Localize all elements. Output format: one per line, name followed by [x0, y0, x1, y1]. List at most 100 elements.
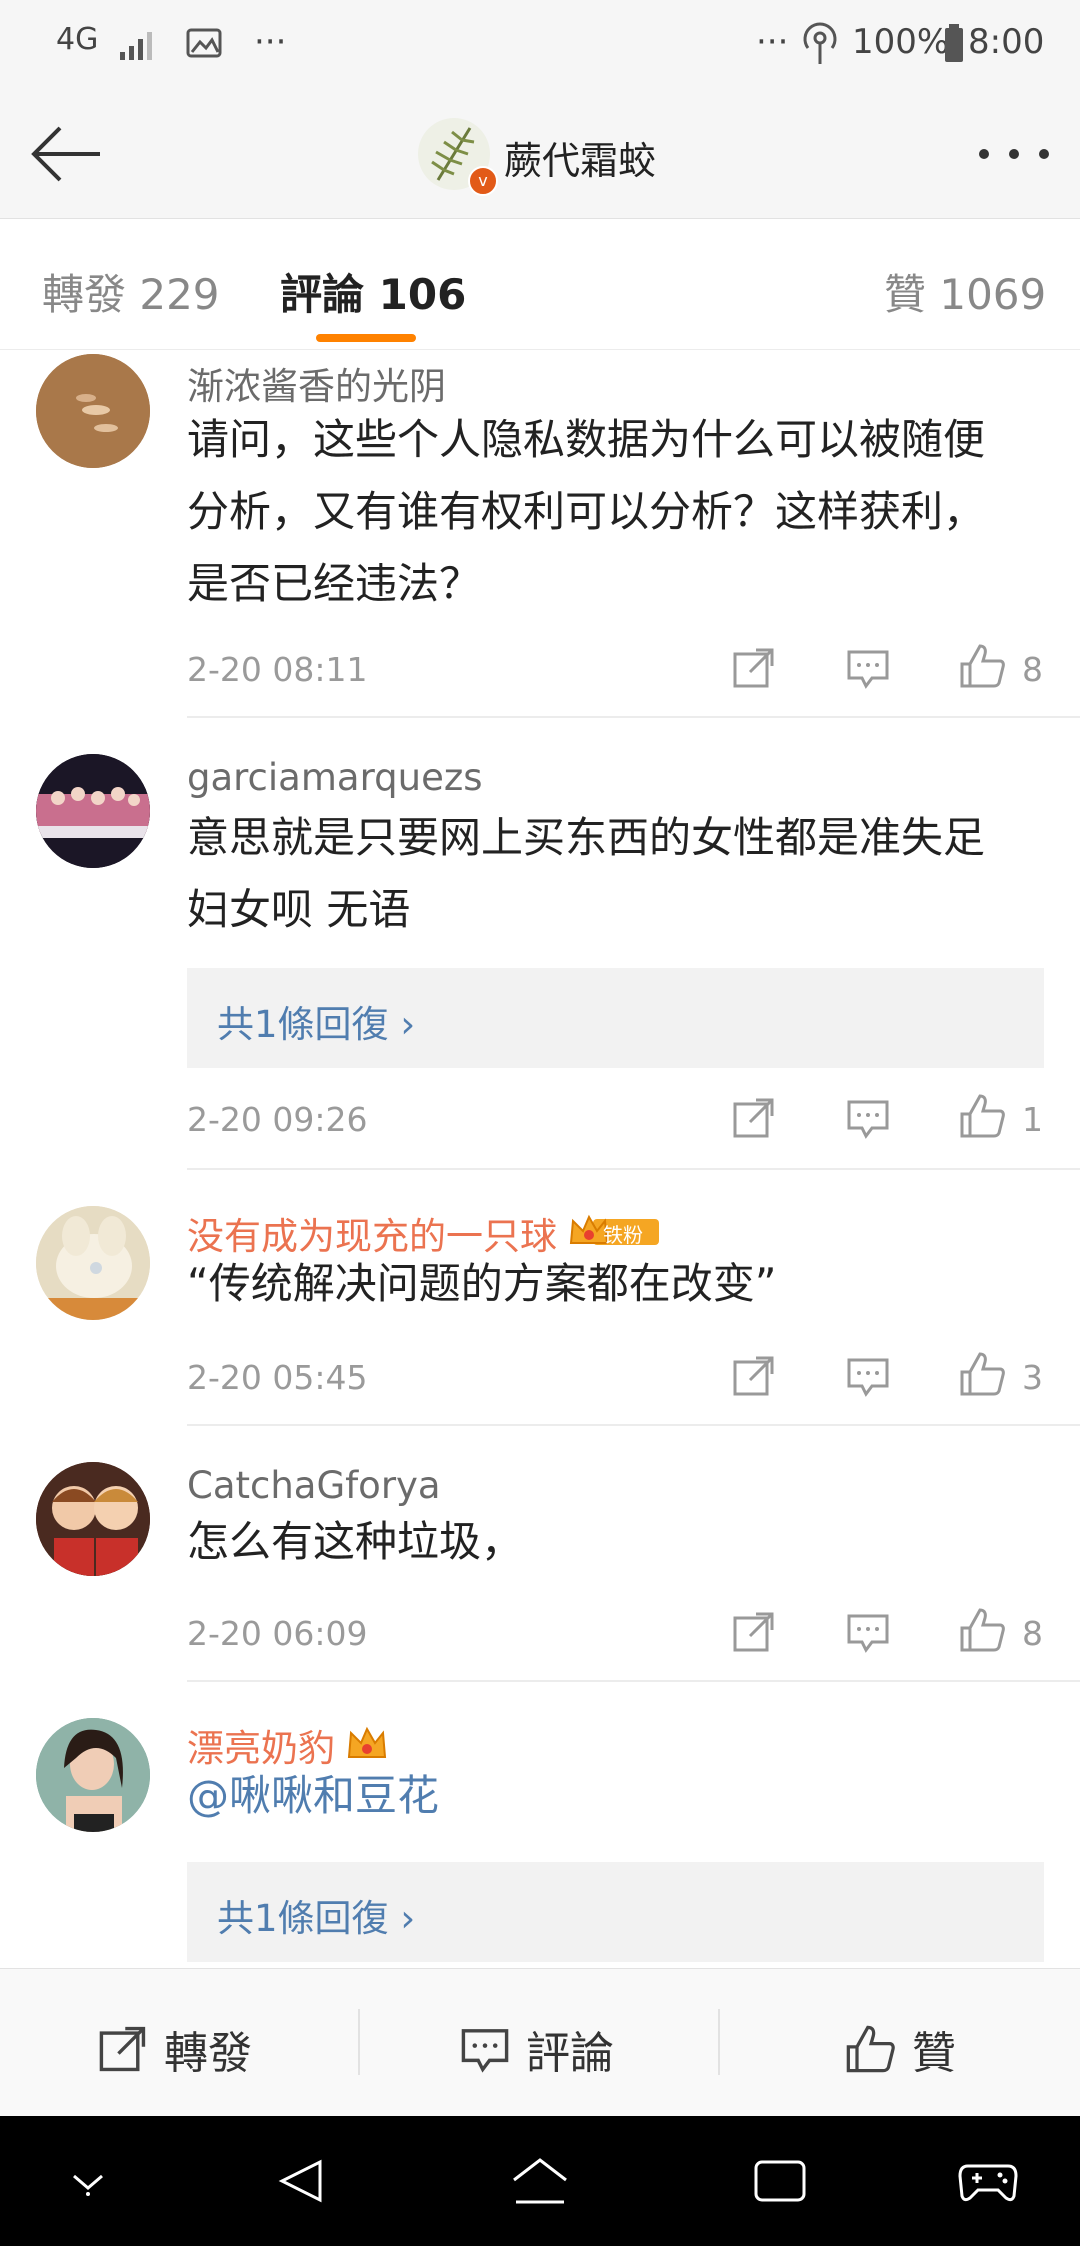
divider [187, 1424, 1080, 1426]
like-count: 8 [1022, 650, 1043, 689]
comment-line: 是否已经违法？ [187, 559, 482, 608]
recent-apps-icon[interactable] [752, 2158, 808, 2204]
page-title: 蕨代霜蛟 [504, 139, 657, 183]
clock: 8:00 [968, 22, 1045, 62]
verified-badge-icon: v [468, 166, 498, 196]
like-count: 1 [1022, 1100, 1043, 1139]
signal-icon [120, 32, 152, 60]
status-bar: 4G ··· ··· 100% 8:00 [0, 0, 1080, 90]
commenter-name[interactable]: CatchaGforya [187, 1464, 441, 1507]
comment-text: “传统解决问题的方案都在改变” [187, 1248, 1047, 1320]
comment-text: 意思就是只要网上买东西的女性都是准失足 妇女呗 无语 [187, 802, 1047, 946]
repost-icon[interactable] [732, 1354, 776, 1398]
commenter-avatar[interactable] [36, 1718, 150, 1832]
network-type: 4G [56, 22, 99, 57]
game-controller-icon[interactable] [958, 2160, 1018, 2204]
separator [358, 2009, 360, 2075]
system-nav-bar [0, 2116, 1080, 2246]
sand-feet-avatar-icon [36, 354, 150, 468]
like-count: 8 [1022, 1614, 1043, 1653]
reply-summary-box[interactable]: 共1條回復 › [187, 1862, 1044, 1962]
plush-toy-avatar-icon [36, 1206, 150, 1320]
comment-time: 2-20 08:11 [187, 650, 368, 689]
bottom-action-bar: 轉發 評論 贊 [0, 1968, 1080, 2117]
like-icon[interactable] [958, 642, 1006, 690]
comment-line: “传统解决问题的方案都在改变” [187, 1259, 777, 1308]
like-count: 3 [1022, 1358, 1043, 1397]
more-status-icon: ··· [756, 22, 789, 62]
comment-button[interactable]: 評論 [460, 2017, 614, 2081]
repost-icon [99, 2026, 146, 2072]
chevron-right-icon: › [400, 1003, 416, 1046]
active-tab-indicator [316, 334, 416, 342]
tab-comments[interactable]: 評論 106 [280, 261, 466, 322]
comment-item: 渐浓酱香的光阴 请问，这些个人隐私数据为什么可以被随便 分析，又有谁有权利可以分… [0, 350, 1080, 720]
tab-bar: 轉發 229 評論 106 贊 1069 [0, 219, 1080, 350]
separator [718, 2009, 720, 2075]
commenter-avatar[interactable] [36, 1206, 150, 1320]
comment-item: CatchaGforya 怎么有这种垃圾， 2-20 06:09 8 [0, 1462, 1080, 1684]
repost-button[interactable]: 轉發 [98, 2017, 252, 2081]
comment-line: 意思就是只要网上买东西的女性都是准失足 [187, 813, 986, 862]
mention-link[interactable]: @啾啾和豆花 [187, 1771, 439, 1820]
crown-icon [347, 1726, 387, 1758]
comment-icon[interactable] [846, 1096, 890, 1140]
tab-reposts[interactable]: 轉發 229 [42, 261, 220, 322]
comment-item: garciamarquezs 意思就是只要网上买东西的女性都是准失足 妇女呗 无… [0, 752, 1080, 1172]
comment-item: 漂亮奶豹 @啾啾和豆花 共1條回復 › [0, 1718, 1080, 1968]
back-arrow-icon[interactable] [28, 124, 104, 184]
commenter-name[interactable]: garciamarquezs [187, 756, 483, 799]
like-icon[interactable] [958, 1606, 1006, 1654]
comment-text: 怎么有这种垃圾， [187, 1506, 1047, 1578]
like-label: 贊 [912, 2028, 956, 2079]
back-icon[interactable] [276, 2156, 326, 2206]
like-icon [846, 2025, 895, 2073]
comment-time: 2-20 06:09 [187, 1614, 368, 1653]
more-options-icon[interactable] [976, 146, 1052, 162]
image-icon [186, 28, 222, 58]
commenter-name[interactable]: 渐浓酱香的光阴 [187, 356, 446, 410]
comment-line: 妇女呗 无语 [187, 885, 411, 934]
repost-icon[interactable] [732, 646, 776, 690]
fan-badge-label: 铁粉 [603, 1222, 643, 1247]
comment-line: 请问，这些个人隐私数据为什么可以被随便 [187, 415, 986, 464]
reply-count-link[interactable]: 共1條回復 › [217, 994, 415, 1048]
repost-icon[interactable] [732, 1096, 776, 1140]
battery-percent: 100% [852, 22, 950, 62]
commenter-avatar[interactable] [36, 354, 150, 468]
divider [187, 1168, 1080, 1170]
portrait-avatar-icon [36, 1718, 150, 1832]
comment-line: 怎么有这种垃圾， [187, 1517, 524, 1566]
repost-label: 轉發 [164, 2028, 252, 2079]
comment-item: 没有成为现充的一只球 铁粉 “传统解决问题的方案都在改变” 2-20 05:45… [0, 1206, 1080, 1428]
commenter-avatar[interactable] [36, 754, 150, 868]
battery-icon [945, 24, 963, 62]
like-button[interactable]: 贊 [844, 2017, 956, 2081]
hide-keyboard-icon[interactable] [68, 2168, 108, 2198]
hotspot-icon [803, 22, 837, 64]
group-photo-avatar-icon [36, 754, 150, 868]
tab-likes[interactable]: 贊 1069 [884, 261, 1046, 322]
more-notifications-icon: ··· [254, 22, 287, 62]
comment-label: 評論 [526, 2028, 614, 2079]
comment-line: 分析，又有谁有权利可以分析？这样获利， [187, 487, 986, 536]
divider [187, 716, 1080, 718]
comment-icon[interactable] [846, 1354, 890, 1398]
commenter-avatar[interactable] [36, 1462, 150, 1576]
comment-icon[interactable] [846, 1610, 890, 1654]
comment-text: @啾啾和豆花 [187, 1760, 1047, 1832]
header-bar: v 蕨代霜蛟 [0, 90, 1080, 219]
chevron-right-icon: › [400, 1897, 416, 1940]
home-icon[interactable] [510, 2156, 570, 2210]
divider [187, 1680, 1080, 1682]
comment-icon[interactable] [846, 646, 890, 690]
dolls-avatar-icon [36, 1462, 150, 1576]
repost-icon[interactable] [732, 1610, 776, 1654]
comment-time: 2-20 09:26 [187, 1100, 368, 1139]
like-icon[interactable] [958, 1350, 1006, 1398]
comment-time: 2-20 05:45 [187, 1358, 368, 1397]
reply-summary-box[interactable]: 共1條回復 › [187, 968, 1044, 1068]
reply-count-link[interactable]: 共1條回復 › [217, 1888, 415, 1942]
comment-text: 请问，这些个人隐私数据为什么可以被随便 分析，又有谁有权利可以分析？这样获利， … [187, 404, 1047, 620]
like-icon[interactable] [958, 1092, 1006, 1140]
